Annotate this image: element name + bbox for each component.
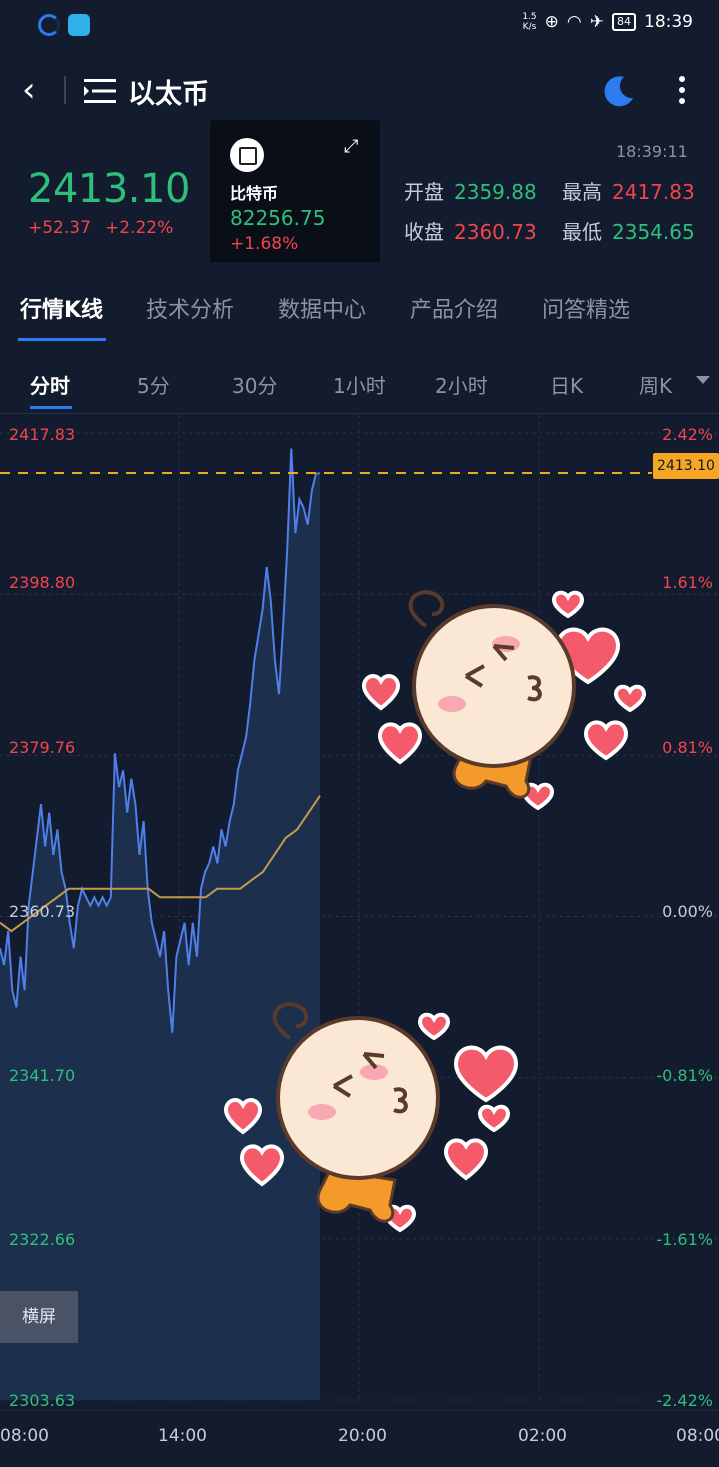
current-price: 2413.10 xyxy=(28,166,190,212)
period-5m[interactable]: 5分 xyxy=(137,370,170,399)
list-icon[interactable] xyxy=(84,78,116,104)
period-1h[interactable]: 1小时 xyxy=(333,370,386,399)
tab-qa[interactable]: 问答精选 xyxy=(542,292,630,324)
more-vertical-icon[interactable] xyxy=(672,74,692,108)
data-saver-icon: ⊕ xyxy=(544,12,559,32)
kiss-sticker xyxy=(224,1002,519,1233)
y-label-left: 2360.73 xyxy=(9,902,76,921)
chart-canvas xyxy=(0,415,719,1411)
quote-time: 18:39:11 xyxy=(616,142,688,161)
y-label-right: -0.81% xyxy=(656,1066,713,1085)
open-stat: 开盘 2359.88 xyxy=(404,180,537,204)
period-week[interactable]: 周K xyxy=(639,370,672,399)
close-stat: 收盘 2360.73 xyxy=(404,220,537,244)
period-2h[interactable]: 2小时 xyxy=(435,370,488,399)
tab-data-center[interactable]: 数据中心 xyxy=(278,292,366,324)
expand-icon[interactable]: ⤢ xyxy=(344,136,358,157)
y-label-left: 2379.76 xyxy=(9,738,76,757)
wifi-icon: ◠ xyxy=(566,12,582,32)
kiss-sticker xyxy=(361,590,647,811)
chevron-left-icon[interactable]: ‹ xyxy=(22,72,36,108)
period-day[interactable]: 日K xyxy=(550,370,583,399)
y-label-right: 0.81% xyxy=(662,738,713,757)
price-change-pct: +2.22% xyxy=(105,218,174,238)
app-icon xyxy=(38,14,60,36)
x-label: 02:00 xyxy=(518,1426,567,1446)
y-label-right: -1.61% xyxy=(656,1230,713,1249)
y-label-right: 1.61% xyxy=(662,573,713,592)
mini-card-name: 比特币 xyxy=(230,184,279,203)
chevron-down-icon[interactable] xyxy=(696,376,710,384)
price-change: +52.37 xyxy=(28,218,91,238)
top-nav: ‹ 以太币 xyxy=(0,52,719,128)
network-speed: 1.5 K/s xyxy=(522,12,537,32)
intraday-chart[interactable] xyxy=(0,415,719,1467)
x-label: 08:00 xyxy=(0,1426,49,1446)
y-label-right: 2.42% xyxy=(662,425,713,444)
period-indicator xyxy=(30,406,72,409)
bitcoin-mini-card[interactable]: ⤢ 比特币 82256.75 +1.68% xyxy=(210,120,380,274)
y-label-left: 2417.83 xyxy=(9,425,76,444)
current-price-tag: 2413.10 xyxy=(653,453,719,479)
y-label-left: 2398.80 xyxy=(9,573,76,592)
divider xyxy=(64,76,66,104)
clock: 18:39 xyxy=(644,12,693,32)
y-label-left: 2322.66 xyxy=(9,1230,76,1249)
moon-icon[interactable] xyxy=(602,74,636,108)
y-label-left: 2341.70 xyxy=(9,1066,76,1085)
y-label-left: 2303.63 xyxy=(9,1391,76,1410)
system-status: 1.5 K/s ⊕ ◠ ✈ 84 18:39 xyxy=(522,12,693,32)
tab-kline[interactable]: 行情K线 xyxy=(20,292,103,324)
window-icon xyxy=(230,138,264,172)
page-title: 以太币 xyxy=(128,79,209,110)
status-bar: 1.5 K/s ⊕ ◠ ✈ 84 18:39 xyxy=(0,0,719,52)
y-label-right: 0.00% xyxy=(662,902,713,921)
tab-product[interactable]: 产品介绍 xyxy=(410,292,498,324)
period-30m[interactable]: 30分 xyxy=(232,370,277,399)
tab-indicator xyxy=(18,338,106,341)
app-icon xyxy=(68,14,90,36)
low-stat: 最低 2354.65 xyxy=(562,220,695,244)
landscape-button[interactable]: 横屏 xyxy=(0,1291,78,1343)
period-intraday[interactable]: 分时 xyxy=(30,370,70,399)
mini-card-change: +1.68% xyxy=(230,234,299,254)
x-label: 08:00 xyxy=(676,1426,719,1446)
airplane-icon: ✈ xyxy=(589,12,604,32)
x-label: 20:00 xyxy=(338,1426,387,1446)
section-tabs: 行情K线 技术分析 数据中心 产品介绍 问答精选 xyxy=(0,262,719,346)
period-selector: 分时 5分 30分 1小时 2小时 日K 周K xyxy=(0,350,719,414)
y-label-right: -2.42% xyxy=(656,1391,713,1410)
mini-card-price: 82256.75 xyxy=(230,206,326,230)
x-label: 14:00 xyxy=(158,1426,207,1446)
battery-icon: 84 xyxy=(612,13,636,31)
tab-analysis[interactable]: 技术分析 xyxy=(146,292,234,324)
notification-icons xyxy=(38,14,90,36)
high-stat: 最高 2417.83 xyxy=(562,180,695,204)
